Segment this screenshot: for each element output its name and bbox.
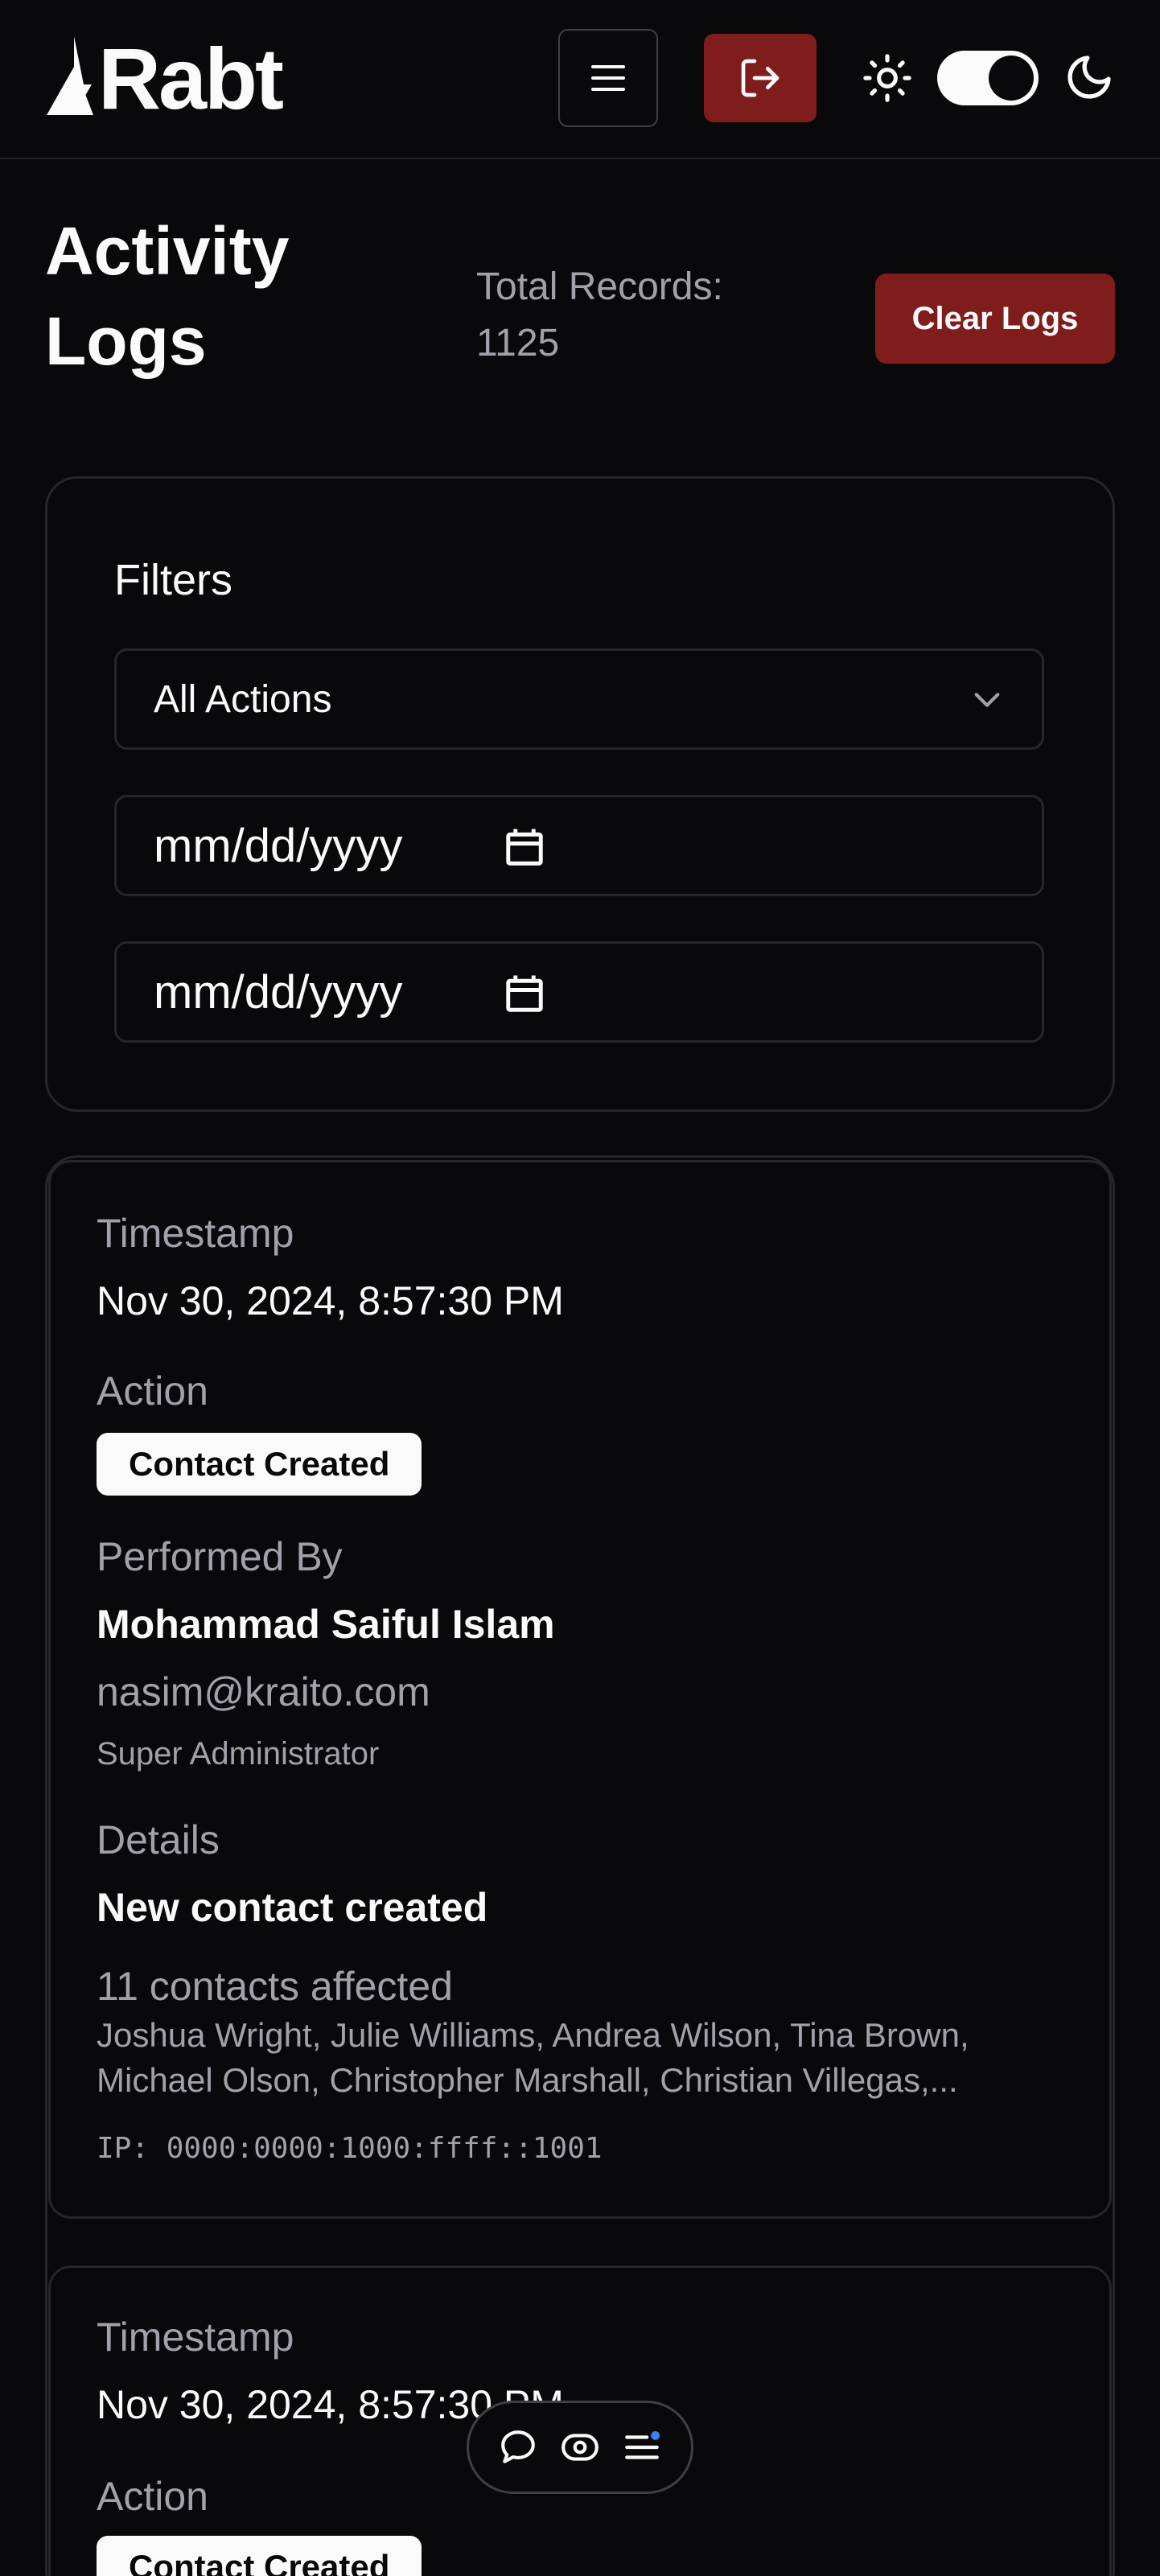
action-label: Action [97, 2474, 208, 2519]
date-to-input[interactable]: mm/dd/yyyy [114, 941, 1044, 1043]
floating-toolbar [467, 2401, 693, 2494]
action-label: Action [97, 1368, 208, 1414]
clear-logs-button[interactable]: Clear Logs [875, 274, 1115, 364]
calendar-icon[interactable] [503, 971, 546, 1016]
affected-names: Joshua Wright, Julie Williams, Andrea Wi… [97, 2013, 1062, 2103]
user-role: Super Administrator [97, 1736, 380, 1772]
logout-button[interactable] [704, 34, 817, 122]
brand-logo[interactable]: Rabt [45, 30, 284, 127]
action-badge: Contact Created [97, 2536, 422, 2576]
sun-icon [863, 54, 911, 102]
performed-by-label: Performed By [97, 1534, 343, 1579]
ip-address: IP: 0000:0000:1000:ffff::1001 [97, 2132, 603, 2165]
affected-names-line: Michael Olson, Christopher Marshall, Chr… [97, 2061, 958, 2099]
action-filter-value: All Actions [154, 677, 332, 721]
eye-icon[interactable] [560, 2427, 600, 2467]
total-records: Total Records: 1125 [476, 259, 798, 372]
date-from-placeholder: mm/dd/yyyy [154, 819, 403, 872]
top-navbar: Rabt [0, 0, 1160, 159]
user-email: nasim@kraito.com [97, 1669, 430, 1714]
rabt-logo-icon [47, 36, 93, 115]
theme-toggle-knob [989, 56, 1034, 101]
timestamp-label: Timestamp [97, 1211, 294, 1256]
affected-count: 11 contacts affected [97, 1964, 453, 2009]
date-to-placeholder: mm/dd/yyyy [154, 965, 403, 1018]
total-records-value: 1125 [476, 322, 560, 364]
timestamp-label: Timestamp [97, 2315, 294, 2360]
timestamp-value: Nov 30, 2024, 8:57:30 PM [97, 1278, 564, 1323]
user-name: Mohammad Saiful Islam [97, 1602, 555, 1647]
action-filter-select[interactable]: All Actions [114, 648, 1044, 750]
date-from-input[interactable]: mm/dd/yyyy [114, 795, 1044, 896]
notification-dot [651, 2431, 660, 2440]
action-badge: Contact Created [97, 1433, 422, 1496]
filters-title: Filters [114, 556, 232, 604]
chevron-down-icon [974, 693, 1000, 707]
calendar-icon[interactable] [503, 825, 546, 870]
chat-icon[interactable] [498, 2427, 538, 2467]
hamburger-menu-icon [591, 65, 625, 91]
page-title: Activity Logs [45, 213, 290, 379]
total-records-label: Total Records: [476, 265, 723, 308]
list-menu-icon[interactable] [622, 2427, 662, 2467]
theme-toggle[interactable] [937, 51, 1039, 105]
brand-name: Rabt [98, 30, 284, 127]
details-text: New contact created [97, 1885, 488, 1930]
menu-button[interactable] [558, 29, 658, 127]
logout-icon [741, 59, 780, 97]
details-label: Details [97, 1817, 220, 1862]
moon-icon [1067, 56, 1111, 99]
affected-names-line: Joshua Wright, Julie Williams, Andrea Wi… [97, 2016, 969, 2054]
